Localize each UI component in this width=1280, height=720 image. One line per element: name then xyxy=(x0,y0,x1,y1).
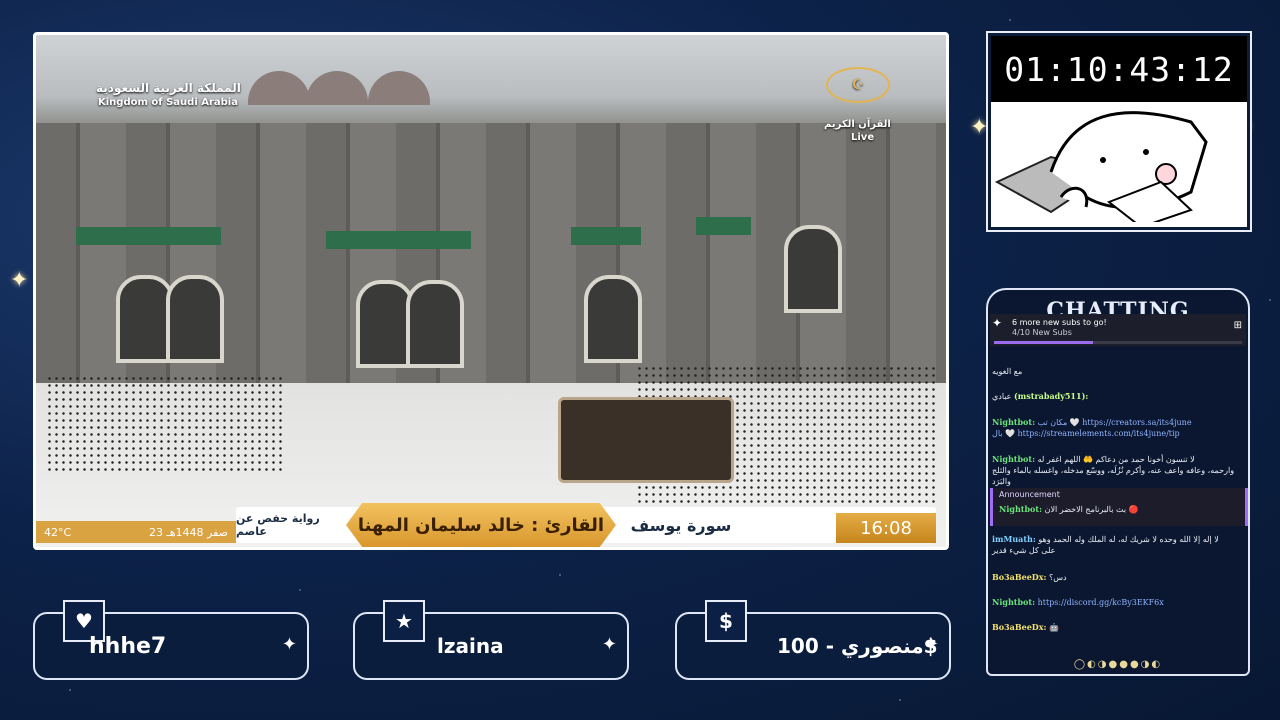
chat-message: عبادي (mstrabady511): xyxy=(992,391,1089,401)
chat-message: imMuath: لا إله إلا الله وحده لا شريك له… xyxy=(992,534,1219,555)
video-player[interactable]: المملكة العربية السعودية Kingdom of Saud… xyxy=(33,32,949,550)
goal-text: 6 more new subs to go! xyxy=(1012,318,1107,327)
stream-timer: 01:10:43:12 xyxy=(991,36,1247,102)
chat-message: Bo3aBeeDx: 🤖 xyxy=(992,622,1059,632)
country-name-arabic: المملكة العربية السعودية xyxy=(96,81,241,95)
chat-message: Nightbot: https://discord.gg/kcBy3EKF6x xyxy=(992,597,1164,607)
sparkle-icon: ✦ xyxy=(281,634,297,655)
date-temp-bar: 42°C 23 صفر 1448هـ xyxy=(36,521,236,543)
chat-panel: CHATTING ✦ 6 more new subs to go! 4/10 N… xyxy=(986,288,1250,676)
latest-follower-card: ♥ hhhe7 ✦ xyxy=(33,600,309,680)
announcement-message: Announcement Nightbot: بث بالبرنامج الاخ… xyxy=(990,488,1248,526)
goal-progress-bar xyxy=(994,341,1242,344)
stream-timer-card: 01:10:43:12 xyxy=(986,31,1252,232)
follower-name: hhhe7 xyxy=(89,634,167,659)
moon-phase-decoration: ◯◐◑●●●◑◐ xyxy=(1073,659,1163,670)
channel-logo-icon: ☪ xyxy=(826,67,890,103)
star-icon: ★ xyxy=(383,600,425,642)
kaaba-image xyxy=(558,397,734,483)
live-label: Live xyxy=(851,132,875,143)
sparkle-icon: ✦ xyxy=(601,634,617,655)
sub-goal-widget: ✦ 6 more new subs to go! 4/10 New Subs ⊞ xyxy=(990,314,1246,346)
chat-message: Nightbot: لا تنسون أخونا حمد من دعاكم 🤲 … xyxy=(992,454,1235,486)
star-icon: ✦ xyxy=(992,316,1003,330)
donation-text: منصوري - 100$ xyxy=(777,634,938,658)
sparkle-icon: ✦ xyxy=(970,115,989,140)
chat-message: Bo3aBeeDx: دس؟ xyxy=(992,572,1067,582)
temperature: 42°C xyxy=(44,525,72,539)
chat-message: مع الغويه xyxy=(992,367,1023,376)
channel-name: القرآن الكريم xyxy=(824,119,891,130)
video-clock: 16:08 xyxy=(836,513,936,543)
announcement-label: Announcement xyxy=(999,490,1060,499)
bongo-cat-icon xyxy=(994,111,1208,222)
chat-message: Nightbot: مكان تب 🤍 https://creators.sa/… xyxy=(992,417,1192,438)
sparkle-icon: ✦ xyxy=(10,268,29,293)
surah-name: سورة يوسف xyxy=(630,515,732,535)
latest-donation-card: $ منصوري - 100$ ✦ xyxy=(675,600,951,680)
goal-progress-fill xyxy=(994,341,1094,344)
latest-subscriber-card: ★ lzaina ✦ xyxy=(353,600,629,680)
gift-icon[interactable]: ⊞ xyxy=(1234,320,1242,331)
sparkle-icon: ✦ xyxy=(923,634,939,655)
reciter-name: القارئ : خالد سليمان المهنا xyxy=(346,503,616,547)
riwaya-text: رواية حفص عن عاصم xyxy=(236,512,320,538)
dollar-icon: $ xyxy=(705,600,747,642)
hijri-date: 23 صفر 1448هـ xyxy=(148,525,228,539)
subscriber-name: lzaina xyxy=(437,634,504,658)
country-name-english: Kingdom of Saudi Arabia xyxy=(98,97,238,108)
goal-count: 4/10 New Subs xyxy=(1012,328,1072,337)
